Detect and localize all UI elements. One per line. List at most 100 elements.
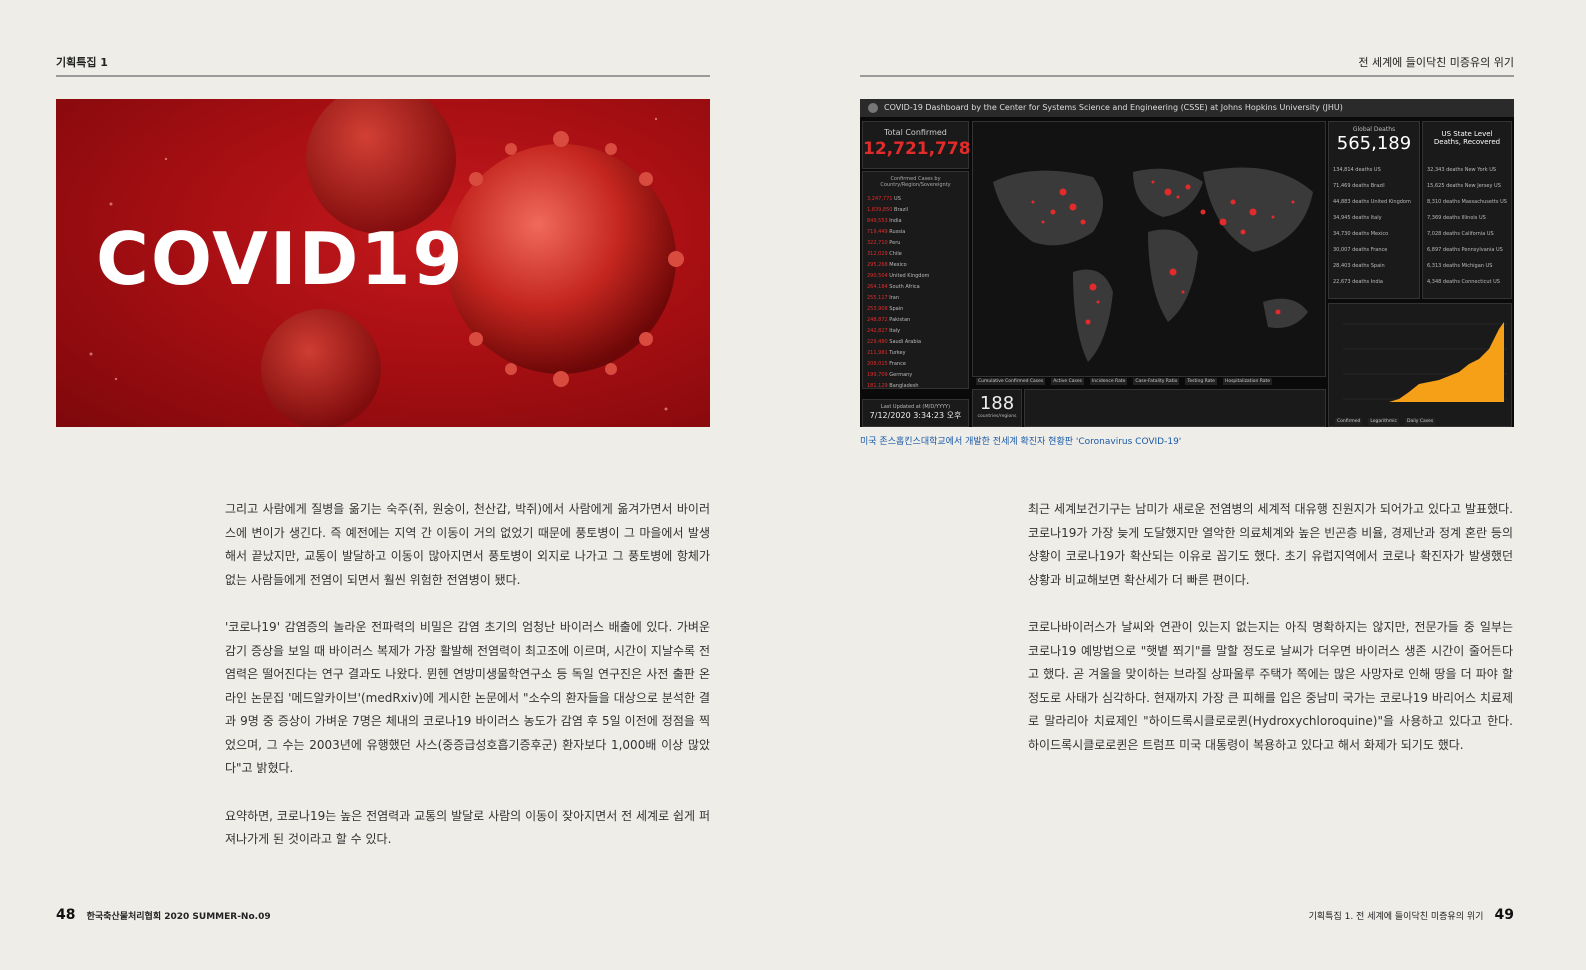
list-item-value: 253,908 xyxy=(867,306,888,312)
map-dot xyxy=(1164,188,1172,196)
list-item-value: 295,268 xyxy=(867,262,888,268)
us-state-list: 32,343 deaths New York US 15,625 deaths N… xyxy=(1427,162,1507,290)
credits-panel xyxy=(1024,389,1326,427)
paragraph: 그리고 사람에게 질병을 옮기는 숙주(쥐, 원숭이, 천산갑, 박쥐)에서 사… xyxy=(225,502,710,587)
list-item-name: India xyxy=(1369,279,1384,285)
map-dot xyxy=(1240,229,1246,235)
list-item-name: Connecticut US xyxy=(1459,279,1500,285)
footer-left: 48 한국축산물처리협회 2020 SUMMER-No.09 xyxy=(56,904,271,923)
tab[interactable]: Cumulative Confirmed Cases xyxy=(976,378,1046,385)
list-item: 6,897 deaths Pennsylvania US xyxy=(1427,242,1507,258)
footer-right: 기획특집 1. 전 세계에 들이닥친 미증유의 위기 49 xyxy=(1309,904,1514,923)
map-dot xyxy=(1249,208,1257,216)
list-item: 181,129 Bangladesh xyxy=(867,381,929,392)
list-item-name: Pennsylvania US xyxy=(1459,247,1503,253)
list-item-name: France xyxy=(887,361,906,367)
list-item: 8,310 deaths Massachusetts US xyxy=(1427,194,1507,210)
global-deaths-panel: Global Deaths 565,189 134,814 deaths US 7… xyxy=(1328,121,1420,299)
paragraph: 최근 세계보건기구는 남미가 새로운 전염병의 세계적 대유행 진원지가 되어가… xyxy=(1028,502,1513,587)
list-item-value: 849,553 xyxy=(867,218,888,224)
list-item: 242,827 Italy xyxy=(867,326,929,337)
countries-count: 188 xyxy=(979,393,1015,414)
map-dot xyxy=(1050,209,1056,215)
list-item: 22,673 deaths India xyxy=(1333,274,1411,290)
list-item: 1,839,850 Brazil xyxy=(867,205,929,216)
tab[interactable]: Active Cases xyxy=(1051,378,1084,385)
list-item-value: 4,348 deaths xyxy=(1427,279,1460,285)
list-item-name: United Kingdom xyxy=(887,273,930,279)
tab[interactable]: Case-Fatality Ratio xyxy=(1133,378,1180,385)
covid-hero-image: COVID19 xyxy=(56,99,710,427)
list-item: 211,981 Turkey xyxy=(867,348,929,359)
us-state-label: US State Level Deaths, Recovered xyxy=(1433,130,1501,146)
list-item-value: 322,710 xyxy=(867,240,888,246)
list-item-value: 1,839,850 xyxy=(867,207,893,213)
map-dot xyxy=(1089,283,1097,291)
list-item: 199,709 Germany xyxy=(867,370,929,381)
left-column-text: 그리고 사람에게 질병을 옮기는 숙주(쥐, 원숭이, 천산갑, 박쥐)에서 사… xyxy=(225,498,710,876)
tab[interactable]: Testing Rate xyxy=(1185,378,1217,385)
map-dot xyxy=(1200,209,1206,215)
list-item-value: 248,872 xyxy=(867,317,888,323)
tab[interactable]: Confirmed xyxy=(1335,418,1363,425)
list-item: 71,469 deaths Brazil xyxy=(1333,178,1411,194)
list-item: 44,883 deaths United Kingdom xyxy=(1333,194,1411,210)
tab[interactable]: Incidence Rate xyxy=(1089,378,1128,385)
list-item-value: 6,313 deaths xyxy=(1427,263,1460,269)
list-item-name: Bangladesh xyxy=(887,383,919,389)
map-dot xyxy=(1151,180,1155,184)
list-item-value: 44,883 deaths xyxy=(1333,199,1370,205)
map-dot xyxy=(1041,220,1045,224)
map-dot xyxy=(1219,218,1227,226)
list-item-name: US xyxy=(1372,167,1381,173)
list-item: 264,184 South Africa xyxy=(867,282,929,293)
list-item: 7,369 deaths Illinois US xyxy=(1427,210,1507,226)
hero-title: COVID19 xyxy=(96,217,465,301)
countries-count-panel: 188 countries/regions xyxy=(972,389,1022,427)
list-item: 295,268 Mexico xyxy=(867,260,929,271)
map-dot xyxy=(1275,309,1281,315)
list-item-value: 255,117 xyxy=(867,295,888,301)
list-item: 32,343 deaths New York US xyxy=(1427,162,1507,178)
total-confirmed-value: 12,721,778 xyxy=(863,139,971,159)
list-item-name: Peru xyxy=(887,240,901,246)
world-map-panel xyxy=(972,121,1326,377)
tab[interactable]: Daily Cases xyxy=(1405,418,1436,425)
map-dot xyxy=(1169,268,1177,276)
list-item-name: Chile xyxy=(887,251,902,257)
jhu-dashboard-image: COVID-19 Dashboard by the Center for Sys… xyxy=(860,99,1514,427)
country-list: 3,247,771 US 1,839,850 Brazil 849,553 Indi… xyxy=(867,194,929,392)
header-rule-right xyxy=(860,75,1514,77)
map-dot xyxy=(1080,219,1086,225)
list-item-value: 7,369 deaths xyxy=(1427,215,1460,221)
tab[interactable]: Logarithmic xyxy=(1368,418,1399,425)
list-item-name: Spain xyxy=(887,306,904,312)
paragraph: 코로나바이러스가 날씨와 연관이 있는지 없는지는 아직 명확하지는 않지만, … xyxy=(1028,620,1513,752)
list-item-value: 28,403 deaths xyxy=(1333,263,1370,269)
list-item-value: 7,028 deaths xyxy=(1427,231,1460,237)
list-item-value: 264,184 xyxy=(867,284,888,290)
list-item-name: Iran xyxy=(887,295,900,301)
list-item-value: 34,945 deaths xyxy=(1333,215,1370,221)
daily-cases-chart-panel: Confirmed Logarithmic Daily Cases xyxy=(1328,303,1512,427)
list-item-name: Illinois US xyxy=(1459,215,1486,221)
list-item: 719,449 Russia xyxy=(867,227,929,238)
list-item-name: Germany xyxy=(887,372,913,378)
tab[interactable]: Hospitalization Rate xyxy=(1222,378,1273,385)
list-item-name: Turkey xyxy=(887,350,906,356)
list-item-name: Brazil xyxy=(892,207,908,213)
footer-section: 기획특집 1. 전 세계에 들이닥친 미증유의 위기 xyxy=(1308,912,1484,922)
map-dot xyxy=(1085,319,1091,325)
page-number-left: 48 xyxy=(56,907,76,923)
paragraph: '코로나19' 감염증의 놀라운 전파력의 비밀은 감염 초기의 엄청난 바이러… xyxy=(225,620,710,775)
world-map xyxy=(993,167,1313,362)
list-item-value: 15,625 deaths xyxy=(1427,183,1464,189)
list-item: 255,117 Iran xyxy=(867,293,929,304)
header-rule-left xyxy=(56,75,710,77)
confirmed-by-label: Confirmed Cases by Country/Region/Sovere… xyxy=(880,176,951,188)
list-item: 7,028 deaths California US xyxy=(1427,226,1507,242)
list-item-name: California US xyxy=(1459,231,1494,237)
list-item: 312,029 Chile xyxy=(867,249,929,260)
map-dot xyxy=(1185,184,1191,190)
total-confirmed-panel: Total Confirmed 12,721,778 xyxy=(862,121,971,169)
